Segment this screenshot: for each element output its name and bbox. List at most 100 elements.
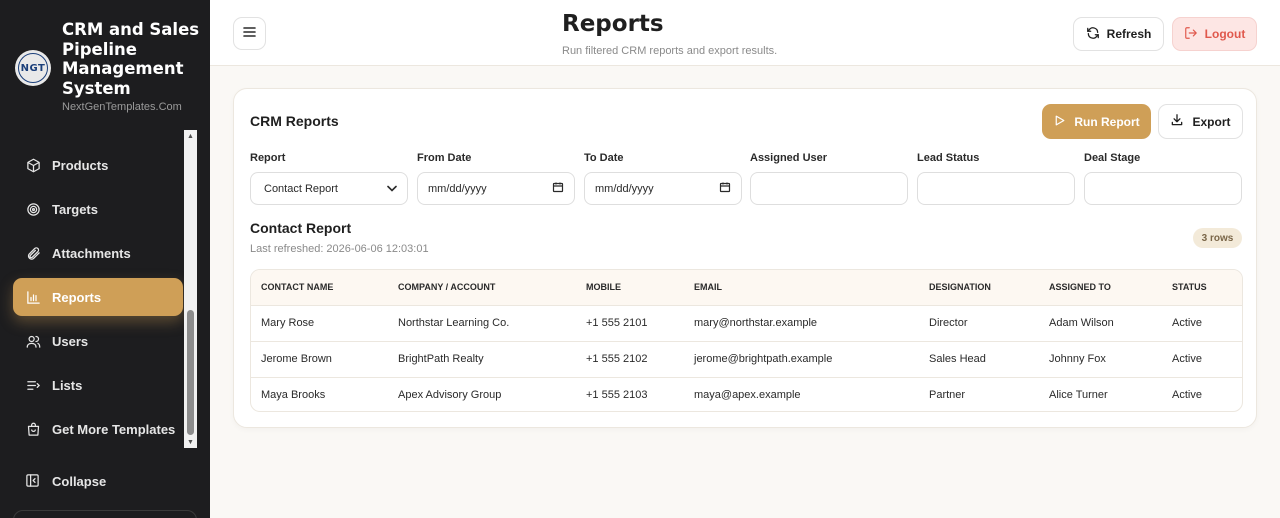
column-header[interactable]: COMPANY / ACCOUNT bbox=[388, 270, 576, 306]
logout-button[interactable]: Logout bbox=[1172, 17, 1257, 51]
top-header: Reports Run filtered CRM reports and exp… bbox=[210, 0, 1280, 66]
calendar-icon bbox=[719, 181, 731, 196]
menu-toggle-button[interactable] bbox=[233, 17, 266, 50]
run-report-label: Run Report bbox=[1074, 114, 1140, 129]
brand-logo: NGT bbox=[15, 50, 51, 86]
report-table: CONTACT NAME COMPANY / ACCOUNT MOBILE EM… bbox=[250, 269, 1243, 412]
scrollbar-thumb[interactable] bbox=[187, 310, 194, 435]
cell-status: Active bbox=[1162, 305, 1242, 342]
sidebar-footer-card bbox=[13, 510, 197, 518]
cell-designation: Director bbox=[919, 305, 1039, 342]
to-date-input[interactable]: mm/dd/yyyy bbox=[584, 172, 742, 205]
cell-mobile: +1 555 2103 bbox=[586, 389, 648, 402]
sidebar-item-label: Targets bbox=[52, 201, 98, 217]
last-refreshed: Last refreshed: 2026-06-06 12:03:01 bbox=[250, 243, 429, 255]
paperclip-icon bbox=[25, 245, 41, 261]
cell-designation: Partner bbox=[929, 389, 966, 402]
column-header[interactable]: EMAIL bbox=[684, 270, 919, 306]
refresh-icon bbox=[1086, 26, 1100, 43]
cell-company: BrightPath Realty bbox=[388, 341, 576, 378]
assigned-user-label: Assigned User bbox=[750, 152, 828, 164]
cell-assigned-to: Alice Turner bbox=[1049, 389, 1108, 402]
deal-stage-input[interactable] bbox=[1084, 172, 1242, 205]
report-select[interactable]: Contact Report bbox=[250, 172, 408, 205]
sidebar-item-targets[interactable]: Targets bbox=[13, 190, 183, 228]
scroll-up-arrow-icon[interactable]: ▲ bbox=[184, 130, 197, 142]
chevron-down-icon bbox=[387, 183, 397, 195]
page-subtitle: Run filtered CRM reports and export resu… bbox=[562, 45, 778, 57]
collapse-button[interactable]: Collapse bbox=[13, 462, 183, 500]
cell-contact-name: Maya Brooks bbox=[261, 389, 326, 402]
brand-logo-text: NGT bbox=[18, 53, 48, 83]
cell-contact-name: Jerome Brown bbox=[251, 341, 388, 378]
table-row[interactable]: Jerome Brown BrightPath Realty +1 555 21… bbox=[251, 341, 1242, 378]
from-date-input[interactable]: mm/dd/yyyy bbox=[417, 172, 575, 205]
report-title: Contact Report bbox=[250, 220, 352, 236]
table-row[interactable]: Mary Rose Northstar Learning Co. +1 555 … bbox=[251, 305, 1242, 342]
sidebar-item-label: Attachments bbox=[52, 245, 131, 261]
column-header[interactable]: CONTACT NAME bbox=[251, 270, 388, 306]
refresh-button[interactable]: Refresh bbox=[1073, 17, 1164, 51]
box-icon bbox=[25, 157, 41, 173]
cell-email: maya@apex.example bbox=[694, 389, 801, 402]
run-report-button[interactable]: Run Report bbox=[1042, 104, 1151, 139]
cell-mobile: +1 555 2102 bbox=[576, 341, 684, 378]
column-header[interactable]: MOBILE bbox=[576, 270, 684, 306]
bar-chart-icon bbox=[25, 289, 41, 305]
sidebar-scrollbar[interactable]: ▲ ▼ bbox=[184, 130, 197, 448]
cell-company: Apex Advisory Group bbox=[398, 389, 502, 402]
cell-status: Active bbox=[1162, 341, 1242, 378]
refresh-label: Refresh bbox=[1106, 27, 1152, 41]
shopping-bag-icon bbox=[25, 421, 41, 437]
sidebar-item-reports[interactable]: Reports bbox=[13, 278, 183, 316]
cell-email: mary@northstar.example bbox=[684, 305, 919, 342]
sidebar-item-users[interactable]: Users bbox=[13, 322, 183, 360]
sidebar-item-products[interactable]: Products bbox=[13, 146, 183, 184]
column-header[interactable]: DESIGNATION bbox=[919, 270, 1039, 306]
assigned-user-input[interactable] bbox=[750, 172, 908, 205]
lead-status-label: Lead Status bbox=[917, 152, 980, 164]
cell-company: Northstar Learning Co. bbox=[388, 305, 576, 342]
lead-status-input[interactable] bbox=[917, 172, 1075, 205]
users-icon bbox=[25, 333, 41, 349]
export-button[interactable]: Export bbox=[1158, 104, 1243, 139]
sidebar-item-label: Users bbox=[52, 333, 89, 349]
cell-email: jerome@brightpath.example bbox=[684, 341, 919, 378]
table-header-row: CONTACT NAME COMPANY / ACCOUNT MOBILE EM… bbox=[251, 270, 1242, 306]
hamburger-icon bbox=[243, 25, 256, 43]
brand: NGT CRM and Sales Pipeline Management Sy… bbox=[0, 0, 210, 130]
crm-reports-card: CRM Reports Run Report Export Report Con… bbox=[233, 88, 1257, 428]
sidebar-item-label: Reports bbox=[52, 289, 102, 305]
from-date-placeholder: mm/dd/yyyy bbox=[428, 182, 487, 195]
card-title: CRM Reports bbox=[250, 113, 339, 129]
to-date-label: To Date bbox=[584, 152, 624, 164]
cell-designation: Sales Head bbox=[919, 341, 1039, 378]
play-icon bbox=[1053, 114, 1066, 130]
to-date-placeholder: mm/dd/yyyy bbox=[595, 182, 654, 195]
sidebar: NGT CRM and Sales Pipeline Management Sy… bbox=[0, 0, 210, 518]
cell-assigned-to: Adam Wilson bbox=[1039, 305, 1162, 342]
column-header[interactable]: STATUS bbox=[1162, 270, 1242, 306]
cell-contact-name: Mary Rose bbox=[251, 305, 388, 342]
from-date-label: From Date bbox=[417, 152, 472, 164]
list-icon bbox=[25, 377, 41, 393]
calendar-icon bbox=[552, 181, 564, 196]
sidebar-item-get-more-templates[interactable]: Get More Templates bbox=[13, 410, 183, 448]
table-row[interactable]: Maya Brooks Apex Advisory Group +1 555 2… bbox=[251, 377, 1242, 411]
export-label: Export bbox=[1192, 114, 1231, 129]
logout-icon bbox=[1184, 26, 1198, 43]
sidebar-item-lists[interactable]: Lists bbox=[13, 366, 183, 404]
collapse-label: Collapse bbox=[52, 473, 107, 489]
report-select-value: Contact Report bbox=[264, 182, 338, 195]
brand-subtitle: NextGenTemplates.Com bbox=[62, 101, 182, 113]
cell-status: Active bbox=[1172, 389, 1202, 402]
column-header[interactable]: ASSIGNED TO bbox=[1039, 270, 1162, 306]
sidebar-item-attachments[interactable]: Attachments bbox=[13, 234, 183, 272]
report-label: Report bbox=[250, 152, 286, 164]
sidebar-item-label: Products bbox=[52, 157, 109, 173]
cell-mobile: +1 555 2101 bbox=[576, 305, 684, 342]
deal-stage-label: Deal Stage bbox=[1084, 152, 1141, 164]
sidebar-nav: Products Targets Attachments Reports Use… bbox=[0, 132, 184, 452]
scroll-down-arrow-icon[interactable]: ▼ bbox=[184, 436, 197, 448]
sidebar-item-label: Lists bbox=[52, 377, 83, 393]
